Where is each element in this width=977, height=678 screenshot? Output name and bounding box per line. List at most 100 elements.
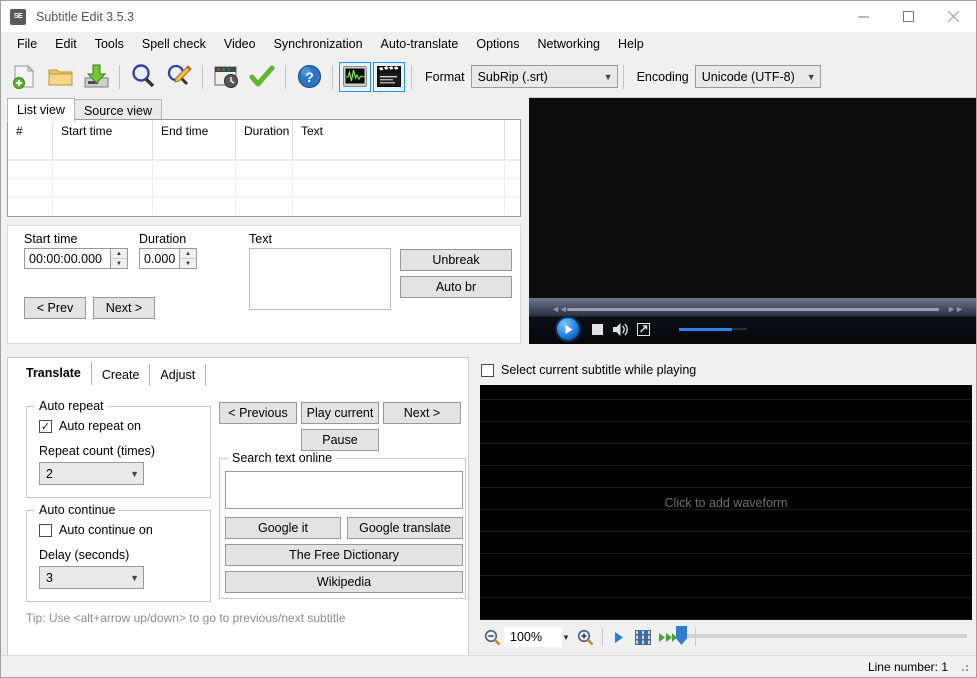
duration-spin-buttons[interactable]: ▲ ▼: [180, 248, 197, 269]
free-dictionary-button[interactable]: The Free Dictionary: [225, 544, 463, 566]
spin-down-icon[interactable]: ▼: [111, 259, 127, 268]
chevron-down-icon[interactable]: ▼: [562, 633, 570, 642]
title-bar: SE Subtitle Edit 3.5.3: [1, 1, 976, 32]
help-icon[interactable]: ?: [293, 61, 325, 93]
menu-item-synchronization[interactable]: Synchronization: [265, 34, 372, 54]
column-header-duration[interactable]: Duration: [236, 120, 293, 160]
select-current-subtitle-row[interactable]: Select current subtitle while playing: [481, 363, 696, 377]
waveform-play-icon[interactable]: [607, 625, 631, 649]
column-header-index[interactable]: #: [8, 120, 53, 160]
select-current-subtitle-checkbox[interactable]: [481, 364, 494, 377]
column-header-end-time[interactable]: End time: [153, 120, 236, 160]
open-folder-icon[interactable]: [44, 61, 76, 93]
table-cell: [293, 161, 505, 179]
menu-item-spell-check[interactable]: Spell check: [133, 34, 215, 54]
replace-icon[interactable]: [163, 61, 195, 93]
tab-create[interactable]: Create: [92, 364, 151, 386]
forward-icon[interactable]: ►►: [947, 304, 963, 314]
volume-slider[interactable]: [679, 328, 747, 330]
table-cell: [53, 179, 153, 197]
subtitle-text-input[interactable]: [249, 248, 391, 310]
pause-button[interactable]: Pause: [301, 429, 379, 451]
new-file-icon[interactable]: [8, 61, 40, 93]
table-row[interactable]: [8, 178, 520, 196]
zoom-in-icon[interactable]: [574, 625, 598, 649]
fullscreen-icon[interactable]: [637, 323, 650, 339]
menu-item-options[interactable]: Options: [467, 34, 528, 54]
rewind-icon[interactable]: ◄◄: [551, 304, 567, 314]
google-translate-button[interactable]: Google translate: [347, 517, 463, 539]
prev-subtitle-button[interactable]: < Prev: [24, 297, 86, 319]
translate-panel: Translate Create Adjust Auto repeat ✓ Au…: [7, 357, 469, 657]
start-time-stepper[interactable]: 00:00:00.000 ▲ ▼: [24, 248, 128, 269]
spin-up-icon[interactable]: ▲: [111, 249, 127, 259]
subtitle-list-table[interactable]: # Start time End time Duration Text: [7, 119, 521, 217]
tab-adjust[interactable]: Adjust: [150, 364, 206, 386]
menu-item-video[interactable]: Video: [215, 34, 265, 54]
menu-item-file[interactable]: File: [8, 34, 46, 54]
save-icon[interactable]: [80, 61, 112, 93]
video-toggle-icon[interactable]: [373, 62, 405, 92]
maximize-button[interactable]: [886, 1, 931, 32]
delay-select[interactable]: 3 ▼: [39, 566, 144, 589]
spin-down-icon[interactable]: ▼: [180, 259, 196, 268]
menu-item-edit[interactable]: Edit: [46, 34, 86, 54]
video-controls: ◄◄ ►►: [529, 298, 977, 344]
sync-timing-icon[interactable]: [210, 61, 242, 93]
duration-input[interactable]: 0.000: [139, 248, 180, 269]
menu-item-networking[interactable]: Networking: [528, 34, 609, 54]
repeat-count-select[interactable]: 2 ▼: [39, 462, 144, 485]
next-subtitle-button[interactable]: Next >: [93, 297, 155, 319]
stop-button[interactable]: [592, 324, 603, 338]
duration-stepper[interactable]: 0.000 ▲ ▼: [139, 248, 197, 269]
start-time-input[interactable]: 00:00:00.000: [24, 248, 111, 269]
zoom-out-icon[interactable]: [480, 625, 504, 649]
auto-continue-checkbox-row[interactable]: Auto continue on: [39, 523, 153, 537]
column-header-text[interactable]: Text: [293, 120, 505, 160]
find-icon[interactable]: [127, 61, 159, 93]
resize-grip[interactable]: [958, 661, 970, 673]
waveform-toggle-icon[interactable]: [339, 62, 371, 92]
waveform-position-slider[interactable]: [682, 634, 967, 638]
tab-translate[interactable]: Translate: [16, 362, 92, 386]
google-it-button[interactable]: Google it: [225, 517, 341, 539]
next-button[interactable]: Next >: [383, 402, 461, 424]
menu-item-auto-translate[interactable]: Auto-translate: [372, 34, 468, 54]
auto-repeat-checkbox-row[interactable]: ✓ Auto repeat on: [39, 419, 141, 433]
unbreak-button[interactable]: Unbreak: [400, 249, 512, 271]
column-header-start-time[interactable]: Start time: [53, 120, 153, 160]
table-cell: [153, 197, 236, 215]
menu-item-help[interactable]: Help: [609, 34, 653, 54]
format-select[interactable]: SubRip (.srt) ▼: [471, 65, 618, 88]
minimize-button[interactable]: [841, 1, 886, 32]
search-text-input[interactable]: [225, 471, 463, 509]
spin-up-icon[interactable]: ▲: [180, 249, 196, 259]
toolbar-separator: [119, 65, 120, 89]
waveform-zoom-value[interactable]: 100%: [504, 627, 562, 647]
spell-check-icon[interactable]: [246, 61, 278, 93]
encoding-select[interactable]: Unicode (UTF-8) ▼: [695, 65, 821, 88]
play-current-button[interactable]: Play current: [301, 402, 379, 424]
close-button[interactable]: [931, 1, 976, 32]
video-display[interactable]: [529, 98, 977, 299]
start-time-spin-buttons[interactable]: ▲ ▼: [111, 248, 128, 269]
auto-continue-label: Auto continue on: [59, 523, 153, 537]
previous-button[interactable]: < Previous: [219, 402, 297, 424]
auto-repeat-label: Auto repeat on: [59, 419, 141, 433]
auto-continue-checkbox[interactable]: [39, 524, 52, 537]
auto-repeat-checkbox[interactable]: ✓: [39, 420, 52, 433]
play-button[interactable]: [555, 316, 581, 342]
table-row[interactable]: [8, 160, 520, 178]
volume-icon[interactable]: [613, 322, 629, 340]
auto-continue-group-title: Auto continue: [35, 503, 119, 517]
menu-item-tools[interactable]: Tools: [86, 34, 133, 54]
table-cell: [53, 161, 153, 179]
table-row[interactable]: [8, 196, 520, 214]
filmstrip-icon[interactable]: [631, 625, 655, 649]
auto-br-button[interactable]: Auto br: [400, 276, 512, 298]
tab-list-view[interactable]: List view: [7, 98, 75, 122]
wikipedia-button[interactable]: Wikipedia: [225, 571, 463, 593]
waveform-display[interactable]: Click to add waveform: [480, 385, 972, 620]
format-label: Format: [425, 70, 465, 84]
video-seek-slider[interactable]: [567, 308, 939, 311]
